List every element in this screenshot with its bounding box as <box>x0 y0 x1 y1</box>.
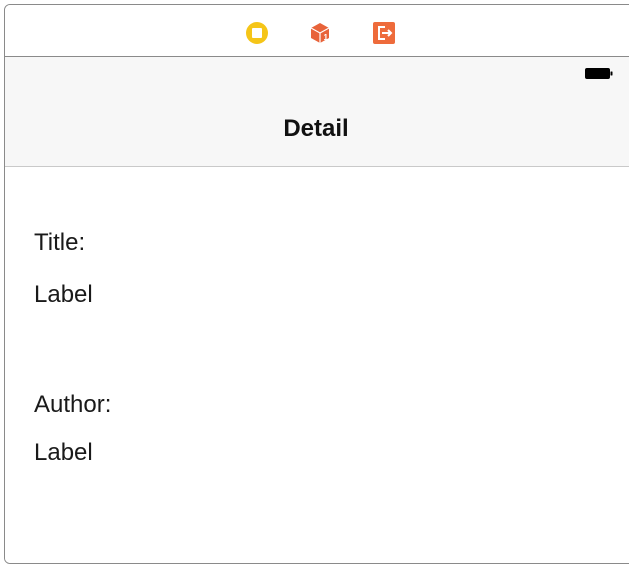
first-responder-icon[interactable]: 1 <box>308 21 332 45</box>
scene-frame: 1 Detail Title: Label Author: Label <box>4 4 629 564</box>
exit-icon[interactable] <box>372 21 396 45</box>
title-label: Title: <box>34 229 86 256</box>
battery-icon <box>585 68 613 79</box>
svg-text:1: 1 <box>324 33 329 42</box>
status-bar <box>5 57 629 85</box>
title-value-label: Label <box>34 281 93 308</box>
detail-content: Title: Label Author: Label <box>5 167 629 563</box>
scene-dock: 1 <box>5 5 629 57</box>
author-value-label: Label <box>34 439 93 466</box>
author-label: Author: <box>34 391 112 418</box>
navigation-bar: Detail <box>5 85 629 167</box>
view-controller-icon[interactable] <box>245 21 269 45</box>
nav-title: Detail <box>283 115 349 142</box>
